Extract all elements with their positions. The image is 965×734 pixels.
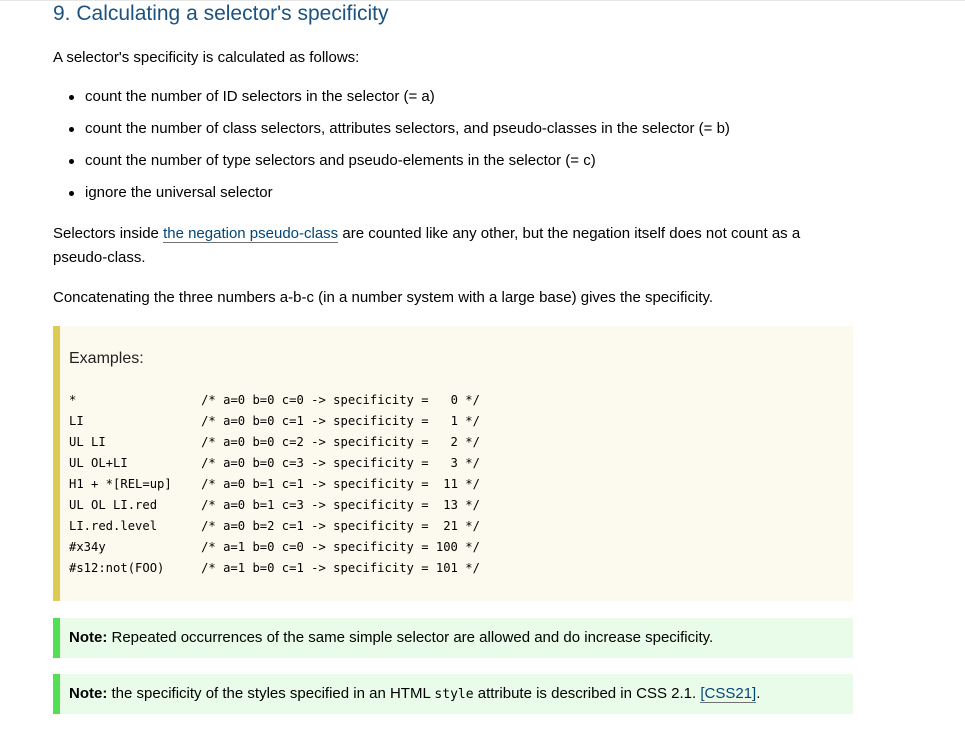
note-text-1: the specificity of the styles specified …	[107, 685, 435, 702]
example-comment: /* a=0 b=2 c=1 -> specificity = 21 */	[201, 519, 480, 533]
example-padding	[157, 519, 201, 533]
examples-box: Examples: * /* a=0 b=0 c=0 -> specificit…	[53, 326, 853, 601]
example-padding	[164, 561, 201, 575]
example-row: #s12:not(FOO) /* a=1 b=0 c=1 -> specific…	[69, 558, 480, 579]
example-padding	[172, 477, 201, 491]
negation-text-before: Selectors inside	[53, 225, 164, 242]
example-comment: /* a=0 b=1 c=3 -> specificity = 13 */	[201, 498, 480, 512]
example-selector: UL LI	[69, 435, 106, 449]
example-comment: /* a=0 b=0 c=3 -> specificity = 3 */	[201, 456, 480, 470]
examples-code: * /* a=0 b=0 c=0 -> specificity = 0 */LI…	[69, 390, 480, 579]
example-row: UL OL LI.red /* a=0 b=1 c=3 -> specifici…	[69, 495, 480, 516]
note-label: Note:	[69, 629, 108, 646]
section-heading: 9. Calculating a selector's specificity	[53, 2, 389, 25]
example-selector: LI	[69, 414, 84, 428]
example-row: #x34y /* a=1 b=0 c=0 -> specificity = 10…	[69, 537, 480, 558]
example-row: UL OL+LI /* a=0 b=0 c=3 -> specificity =…	[69, 453, 480, 474]
example-comment: /* a=1 b=0 c=0 -> specificity = 100 */	[201, 540, 480, 554]
example-row: LI /* a=0 b=0 c=1 -> specificity = 1 */	[69, 411, 480, 432]
example-padding	[106, 435, 201, 449]
examples-title: Examples:	[69, 350, 144, 367]
example-comment: /* a=1 b=0 c=1 -> specificity = 101 */	[201, 561, 480, 575]
list-item: count the number of ID selectors in the …	[53, 85, 730, 117]
example-row: LI.red.level /* a=0 b=2 c=1 -> specifici…	[69, 516, 480, 537]
example-row: H1 + *[REL=up] /* a=0 b=1 c=1 -> specifi…	[69, 474, 480, 495]
list-item: count the number of class selectors, att…	[53, 117, 730, 149]
list-item: ignore the universal selector	[53, 181, 730, 213]
example-selector: #s12:not(FOO)	[69, 561, 165, 575]
negation-pseudo-class-link[interactable]: the negation pseudo-class	[163, 225, 339, 243]
concatenation-paragraph: Concatenating the three numbers a-b-c (i…	[53, 289, 714, 306]
example-comment: /* a=0 b=1 c=1 -> specificity = 11 */	[201, 477, 480, 491]
example-row: UL LI /* a=0 b=0 c=2 -> specificity = 2 …	[69, 432, 480, 453]
example-padding	[157, 498, 201, 512]
intro-paragraph: A selector's specificity is calculated a…	[53, 49, 360, 66]
note-style-attribute: Note: the specificity of the styles spec…	[53, 674, 853, 714]
example-selector: H1 + *[REL=up]	[69, 477, 172, 491]
example-selector: #x34y	[69, 540, 106, 554]
css21-reference-link[interactable]: [CSS21]	[700, 685, 757, 703]
note-text-2: attribute is described in CSS 2.1.	[473, 685, 701, 702]
specificity-rules-list: count the number of ID selectors in the …	[53, 85, 730, 213]
example-padding	[128, 456, 201, 470]
example-selector: UL OL+LI	[69, 456, 128, 470]
note-text-3: .	[756, 685, 761, 702]
example-selector: LI.red.level	[69, 519, 158, 533]
example-padding	[84, 414, 201, 428]
top-divider	[0, 0, 965, 1]
example-selector: UL OL LI.red	[69, 498, 158, 512]
example-padding	[76, 393, 201, 407]
example-comment: /* a=0 b=0 c=2 -> specificity = 2 */	[201, 435, 480, 449]
style-code: style	[434, 687, 474, 702]
note-label: Note:	[69, 685, 108, 702]
example-row: * /* a=0 b=0 c=0 -> specificity = 0 */	[69, 390, 480, 411]
note-text: Repeated occurrences of the same simple …	[107, 629, 714, 646]
note-repeated-selectors: Note: Repeated occurrences of the same s…	[53, 618, 853, 658]
example-padding	[106, 540, 201, 554]
list-item: count the number of type selectors and p…	[53, 149, 730, 181]
example-comment: /* a=0 b=0 c=1 -> specificity = 1 */	[201, 414, 480, 428]
example-comment: /* a=0 b=0 c=0 -> specificity = 0 */	[201, 393, 480, 407]
negation-paragraph: Selectors inside the negation pseudo-cla…	[53, 222, 853, 270]
